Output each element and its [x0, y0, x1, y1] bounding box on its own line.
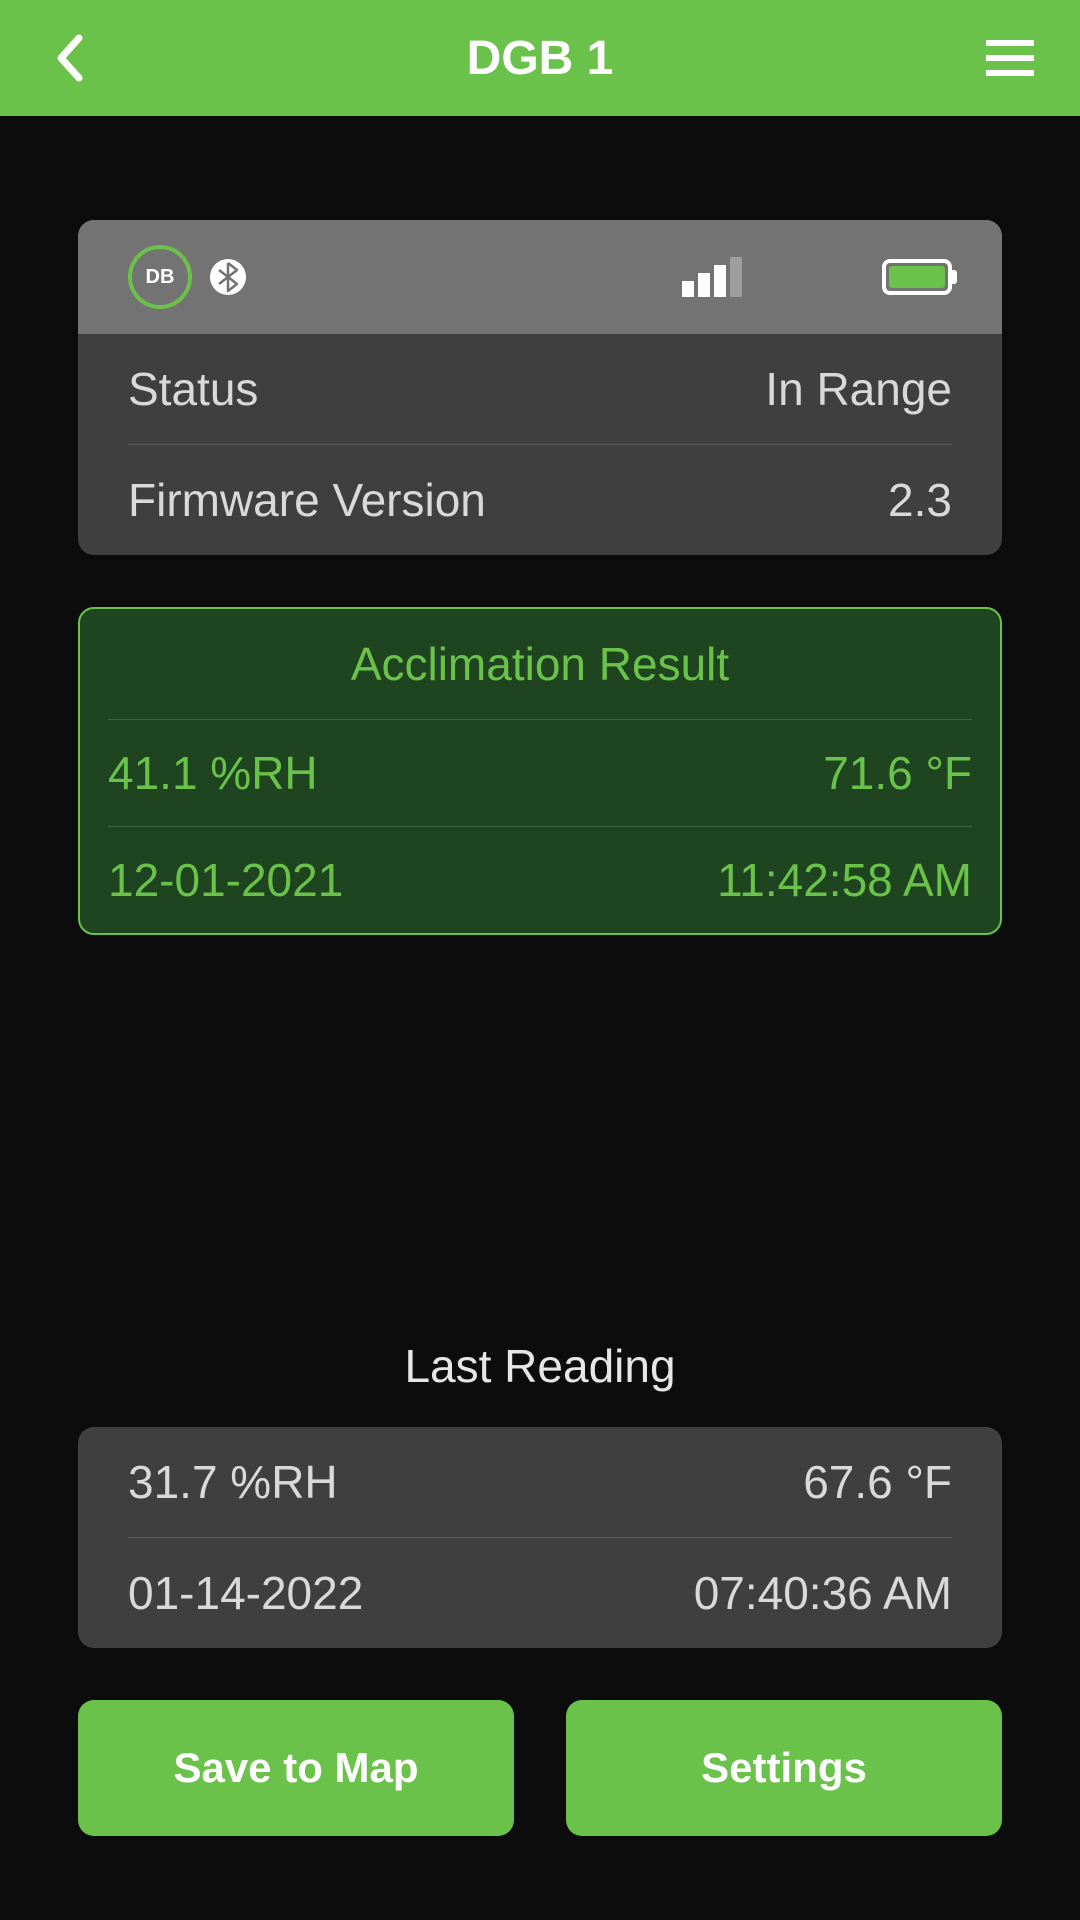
acclimation-time: 11:42:58 AM — [717, 853, 972, 907]
settings-button[interactable]: Settings — [566, 1700, 1002, 1836]
status-row: Status In Range — [78, 334, 1002, 444]
last-reading-date: 01-14-2022 — [128, 1566, 363, 1620]
last-reading-time: 07:40:36 AM — [694, 1566, 952, 1620]
battery-icon — [882, 259, 952, 295]
chevron-left-icon — [55, 34, 85, 82]
firmware-value: 2.3 — [888, 473, 952, 527]
page-title: DGB 1 — [467, 31, 614, 86]
back-button[interactable] — [40, 28, 100, 88]
device-badge-icon: DB — [128, 245, 192, 309]
device-indicators-left: DB — [128, 245, 246, 309]
last-reading-title: Last Reading — [78, 1339, 1002, 1393]
device-status-card: DB Status In Range — [78, 220, 1002, 555]
app-header: DGB 1 — [0, 0, 1080, 116]
save-to-map-button[interactable]: Save to Map — [78, 1700, 514, 1836]
signal-icon — [682, 257, 742, 297]
bluetooth-icon — [210, 259, 246, 295]
acclimation-title: Acclimation Result — [80, 609, 1000, 719]
firmware-row: Firmware Version 2.3 — [78, 445, 1002, 555]
acclimation-humidity: 41.1 %RH — [108, 746, 318, 800]
last-reading-values-row: 31.7 %RH 67.6 °F — [78, 1427, 1002, 1537]
last-reading-datetime-row: 01-14-2022 07:40:36 AM — [78, 1538, 1002, 1648]
device-status-header: DB — [78, 220, 1002, 334]
menu-button[interactable] — [980, 28, 1040, 88]
hamburger-icon — [986, 40, 1034, 76]
last-reading-card: 31.7 %RH 67.6 °F 01-14-2022 07:40:36 AM — [78, 1427, 1002, 1648]
status-label: Status — [128, 362, 258, 416]
acclimation-temperature: 71.6 °F — [823, 746, 972, 800]
acclimation-readings-row: 41.1 %RH 71.6 °F — [80, 720, 1000, 826]
last-reading-humidity: 31.7 %RH — [128, 1455, 338, 1509]
action-buttons-row: Save to Map Settings — [78, 1700, 1002, 1836]
content-area: DB Status In Range — [0, 220, 1080, 1836]
acclimation-result-card: Acclimation Result 41.1 %RH 71.6 °F 12-0… — [78, 607, 1002, 935]
last-reading-temperature: 67.6 °F — [803, 1455, 952, 1509]
acclimation-datetime-row: 12-01-2021 11:42:58 AM — [80, 827, 1000, 933]
device-indicators-right — [682, 257, 952, 297]
status-value: In Range — [765, 362, 952, 416]
acclimation-date: 12-01-2021 — [108, 853, 343, 907]
firmware-label: Firmware Version — [128, 473, 486, 527]
